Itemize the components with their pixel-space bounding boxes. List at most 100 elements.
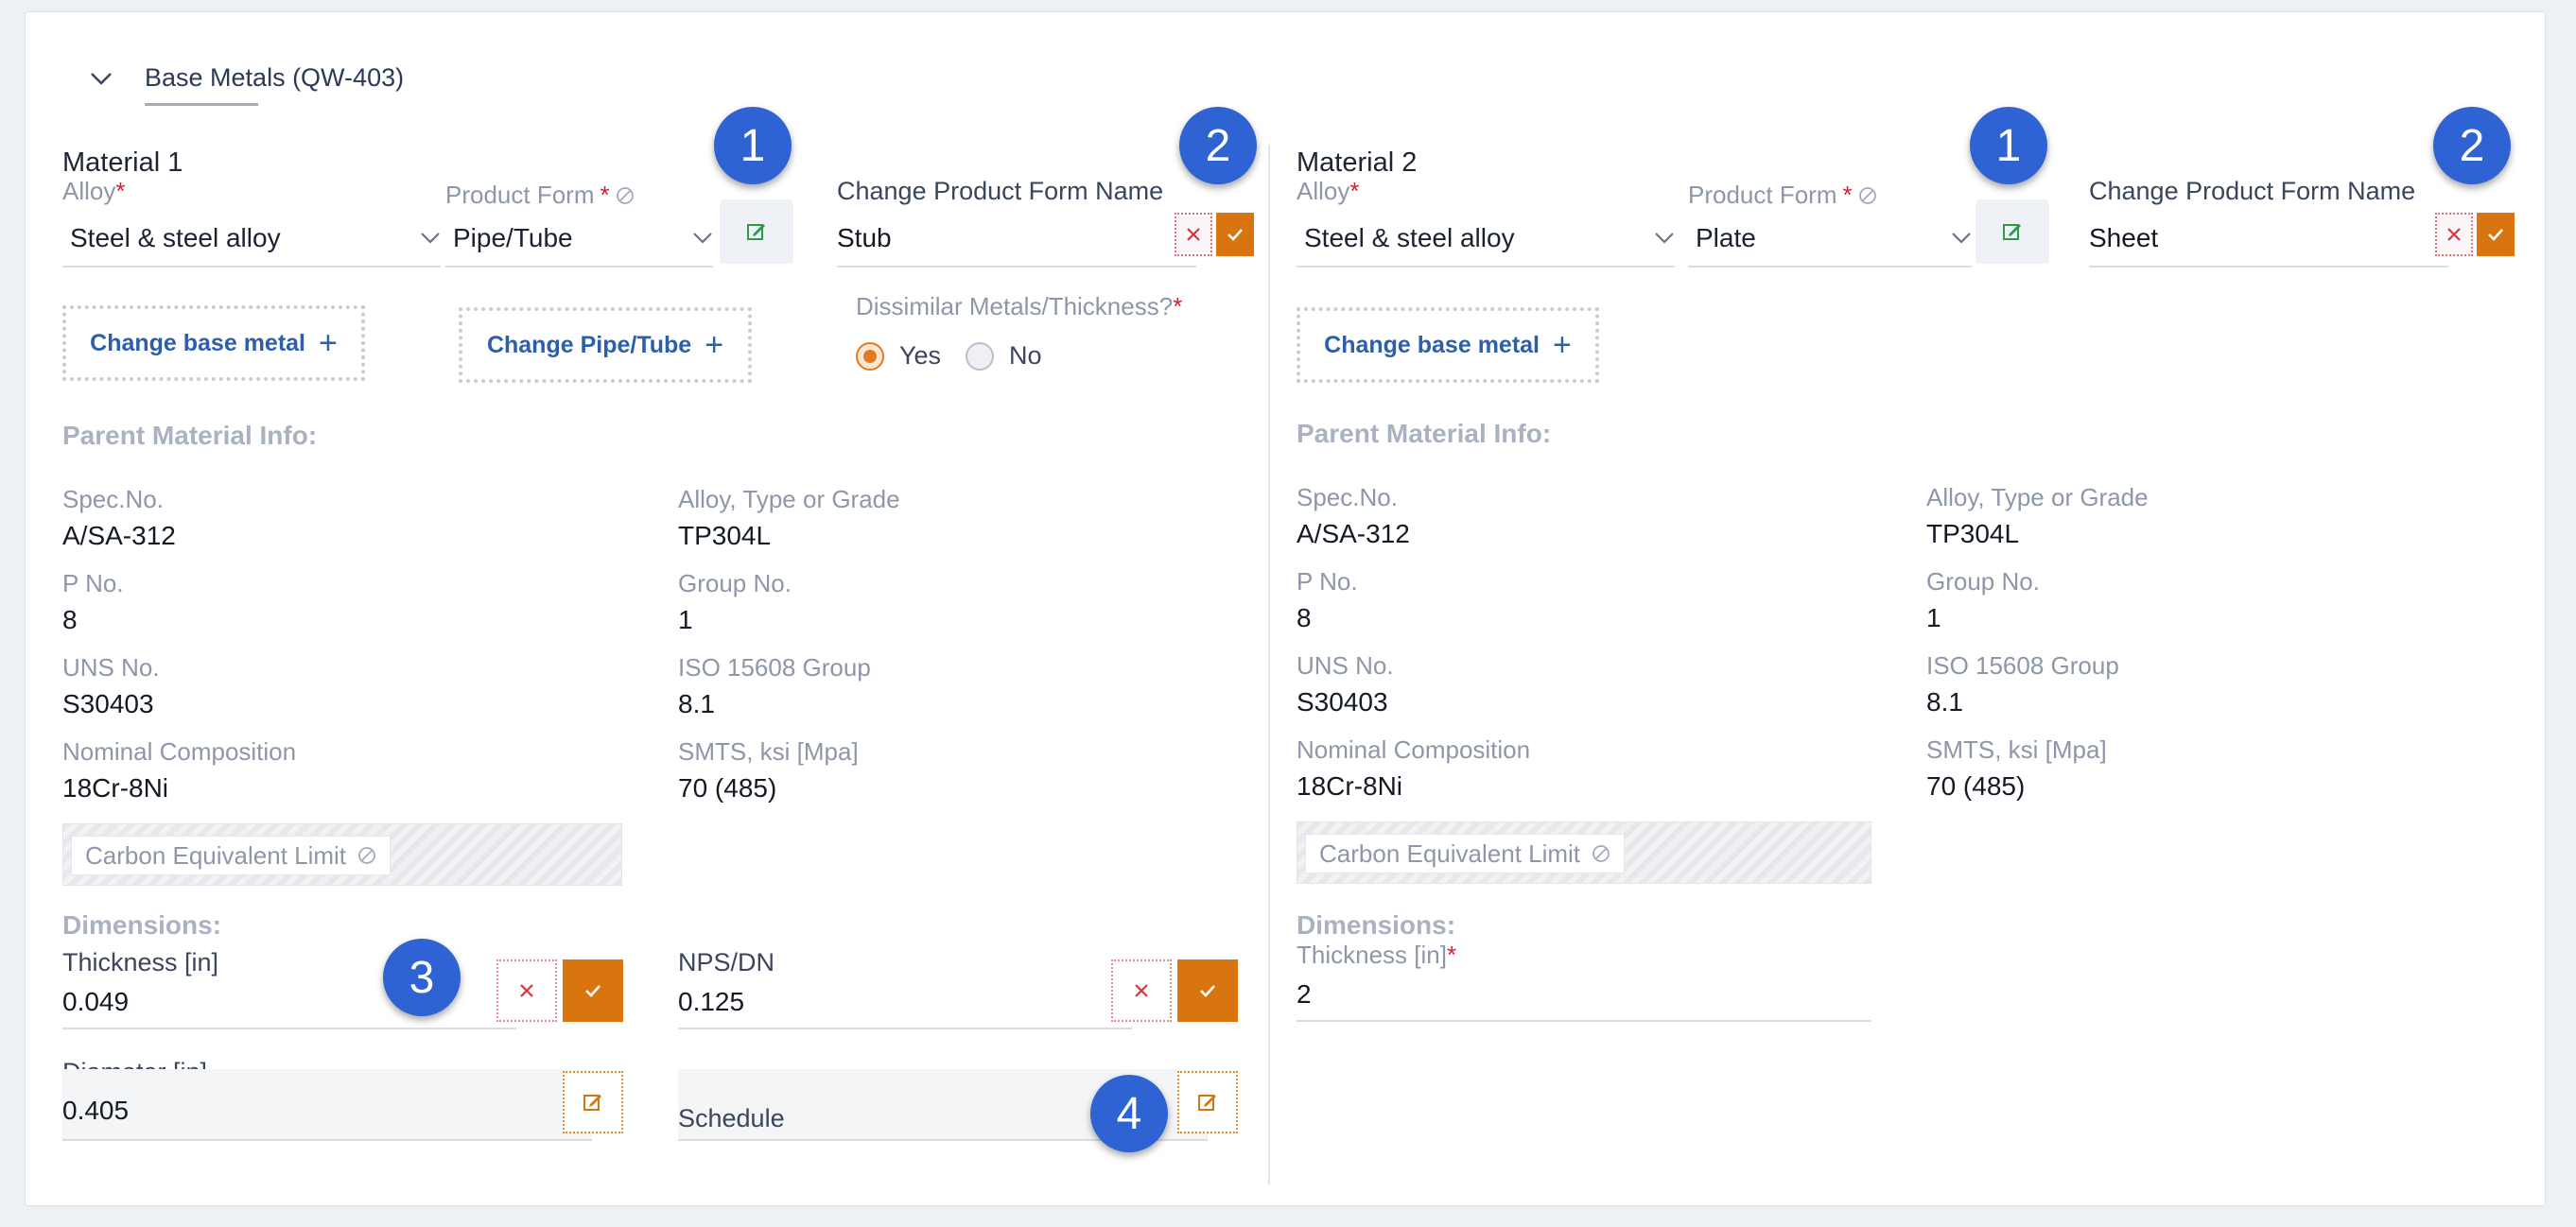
edit-icon: [2003, 224, 2021, 240]
annotation-badge-3: 3: [383, 939, 461, 1016]
radio-yes[interactable]: Yes: [856, 341, 941, 371]
material1-nps-label: NPS/DN: [678, 948, 775, 976]
material1-cel-pill: Carbon Equivalent Limit: [71, 836, 392, 875]
material2-title: Material 2: [1297, 147, 1418, 178]
material2-pno-value: 8: [1297, 603, 1312, 632]
material2-carbon-equivalent-field: Carbon Equivalent Limit: [1297, 821, 1871, 884]
disabled-icon: [616, 186, 634, 204]
check-icon: [1200, 985, 1215, 997]
material2-confirm-name-button[interactable]: [2477, 213, 2515, 256]
radio-no[interactable]: No: [966, 341, 1042, 371]
material1-pno-value: 8: [62, 605, 78, 634]
annotation-badge-1: 1: [1970, 107, 2047, 184]
material1-nps-input[interactable]: 0.125: [678, 976, 1132, 1029]
material1-spec-value: A/SA-312: [62, 521, 176, 550]
material2-dimensions-title: Dimensions:: [1297, 910, 1456, 940]
material1-diameter-edit-button[interactable]: [563, 1071, 623, 1133]
material1-uns-label: UNS No.: [62, 653, 160, 682]
material2-cel-pill: Carbon Equivalent Limit: [1305, 834, 1626, 873]
material1-dimensions-title: Dimensions:: [62, 910, 222, 940]
material1-change-name-label: Change Product Form Name: [837, 177, 1164, 205]
material2-product-form-select[interactable]: Plate: [1688, 211, 1972, 268]
material2-alloy-select[interactable]: Steel & steel alloy: [1297, 211, 1675, 268]
edit-icon: [747, 224, 765, 240]
material2-edit-product-form-button[interactable]: [1976, 199, 2049, 264]
material1-spec-label: Spec.No.: [62, 485, 164, 513]
material1-group-label: Group No.: [678, 569, 792, 597]
material1-diameter-field: 0.405: [62, 1069, 592, 1141]
material1-thickness-confirm-button[interactable]: [563, 959, 623, 1022]
material1-nps-cancel-button[interactable]: [1111, 959, 1172, 1022]
plus-icon: +: [319, 325, 338, 361]
material1-product-form-select[interactable]: Pipe/Tube: [445, 211, 713, 268]
material2-spec-label: Spec.No.: [1297, 483, 1398, 511]
material2-smts-value: 70 (485): [1926, 771, 2026, 801]
material2-product-form-value: Plate: [1696, 223, 1756, 252]
material2-change-name-input[interactable]: Sheet: [2089, 211, 2448, 268]
material1-group-value: 1: [678, 605, 693, 634]
annotation-badge-4: 4: [1090, 1075, 1168, 1152]
check-icon: [585, 985, 600, 997]
disabled-icon: [1593, 845, 1610, 862]
annotation-badge-2: 2: [1179, 107, 1257, 184]
materials-divider: [1268, 145, 1270, 1184]
material1-uns-value: S30403: [62, 689, 154, 718]
material1-confirm-name-button[interactable]: [1216, 213, 1254, 256]
material1-alloy-label: Alloy*: [62, 177, 126, 205]
section-title[interactable]: Base Metals (QW-403): [145, 63, 404, 93]
material2-thickness-input[interactable]: 2: [1297, 969, 1871, 1022]
material1-smts-value: 70 (485): [678, 773, 777, 803]
plus-icon: +: [705, 327, 724, 363]
chevron-down-icon: [693, 233, 712, 244]
material1-change-base-metal-button[interactable]: Change base metal +: [62, 305, 365, 381]
chevron-down-icon: [421, 233, 440, 244]
material1-cancel-name-button[interactable]: [1175, 213, 1212, 256]
material1-thickness-cancel-button[interactable]: [496, 959, 557, 1022]
base-metals-card: Base Metals (QW-403) Material 1 Alloy* S…: [25, 11, 2546, 1206]
material1-change-product-button[interactable]: Change Pipe/Tube +: [459, 307, 752, 383]
material1-parent-info-title: Parent Material Info:: [62, 421, 318, 450]
material1-alloy-select[interactable]: Steel & steel alloy: [62, 211, 441, 268]
edit-icon: [583, 1095, 601, 1111]
material2-smts-label: SMTS, ksi [Mpa]: [1926, 735, 2107, 764]
material2-change-name-label: Change Product Form Name: [2089, 177, 2416, 205]
edit-icon: [1198, 1095, 1216, 1111]
material1-nominal-value: 18Cr-8Ni: [62, 773, 169, 803]
material2-alloy-type-value: TP304L: [1926, 519, 2020, 548]
material2-iso-value: 8.1: [1926, 687, 1963, 717]
close-icon: [1187, 228, 1200, 241]
material2-pno-label: P No.: [1297, 567, 1358, 596]
material2-parent-info-title: Parent Material Info:: [1297, 419, 1552, 448]
radio-no-control[interactable]: [966, 341, 994, 371]
plus-icon: +: [1553, 327, 1572, 363]
material1-thickness-label: Thickness [in]: [62, 948, 219, 976]
material2-change-base-metal-button[interactable]: Change base metal +: [1297, 307, 1599, 383]
chevron-down-icon[interactable]: [88, 67, 114, 90]
material2-uns-value: S30403: [1297, 687, 1388, 717]
material2-iso-label: ISO 15608 Group: [1926, 651, 2119, 680]
material2-uns-label: UNS No.: [1297, 651, 1394, 680]
material1-nps-confirm-button[interactable]: [1177, 959, 1238, 1022]
material2-cancel-name-button[interactable]: [2435, 213, 2473, 256]
material1-alloy-type-label: Alloy, Type or Grade: [678, 485, 900, 513]
material1-product-form-label: Product Form *: [445, 181, 635, 210]
material2-group-value: 1: [1926, 603, 1941, 632]
material2-nominal-value: 18Cr-8Ni: [1297, 771, 1403, 801]
material2-alloy-type-label: Alloy, Type or Grade: [1926, 483, 2149, 511]
close-icon: [520, 984, 533, 997]
material1-schedule-edit-button[interactable]: [1177, 1071, 1238, 1133]
material1-carbon-equivalent-field: Carbon Equivalent Limit: [62, 823, 622, 886]
material2-product-form-label: Product Form *: [1688, 181, 1877, 210]
material1-title: Material 1: [62, 147, 183, 178]
material1-change-name-input[interactable]: Stub: [837, 211, 1196, 268]
material2-thickness-label: Thickness [in]*: [1297, 941, 1457, 969]
material2-change-name-value: Sheet: [2089, 223, 2159, 252]
material1-iso-label: ISO 15608 Group: [678, 653, 871, 682]
material1-pno-label: P No.: [62, 569, 124, 597]
radio-yes-control[interactable]: [856, 341, 884, 371]
chevron-down-icon: [1655, 233, 1674, 244]
material2-alloy-label: Alloy*: [1297, 177, 1360, 205]
material1-edit-product-form-button[interactable]: [720, 199, 793, 264]
material2-alloy-value: Steel & steel alloy: [1304, 223, 1515, 252]
disabled-icon: [358, 847, 375, 864]
